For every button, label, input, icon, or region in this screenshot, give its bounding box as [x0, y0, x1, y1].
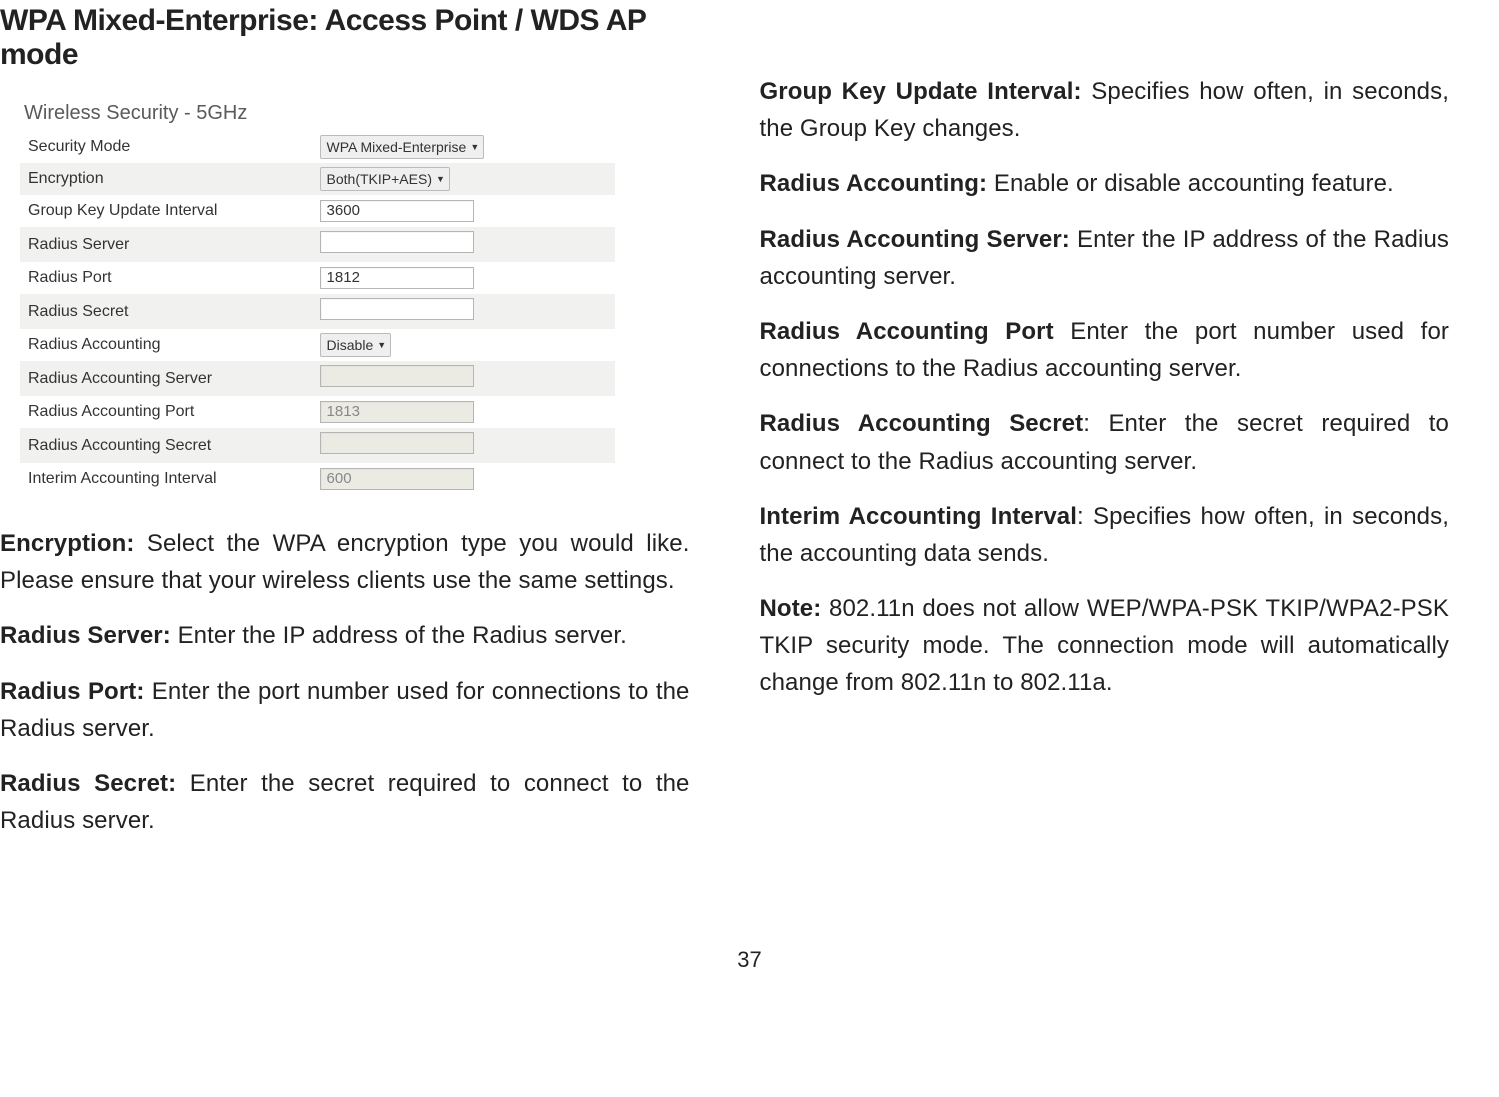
page-container: WPA Mixed-Enterprise: Access Point / WDS… [0, 0, 1499, 887]
setting-label: Radius Server [20, 227, 312, 262]
table-row: Radius Accounting Server [20, 361, 615, 396]
setting-value-cell: WPA Mixed-Enterprise▼ [312, 131, 615, 163]
text-input: 600 [320, 468, 474, 490]
term: Encryption: [0, 530, 147, 557]
text-input [320, 432, 474, 454]
setting-value-cell [312, 227, 615, 262]
setting-label: Radius Accounting Server [20, 361, 312, 396]
setting-value-cell: Both(TKIP+AES) ▼ [312, 163, 615, 195]
desc: 802.11n does not allow WEP/WPA-PSK TKIP/… [760, 595, 1450, 696]
para-note: Note: 802.11n does not allow WEP/WPA-PSK… [760, 590, 1450, 702]
text-input[interactable]: 1812 [320, 267, 474, 289]
para-radius-secret: Radius Secret: Enter the secret required… [0, 765, 690, 839]
term: Radius Server: [0, 622, 178, 649]
table-row: Radius Accounting Disable▼ [20, 329, 615, 361]
chevron-down-icon: ▼ [436, 174, 445, 184]
table-row: Group Key Update Interval 3600 [20, 195, 615, 227]
text-input [320, 365, 474, 387]
table-row: Interim Accounting Interval 600 [20, 463, 615, 495]
setting-label: Radius Accounting Secret [20, 428, 312, 463]
setting-value-cell: 3600 [312, 195, 615, 227]
term: Radius Accounting Port [760, 318, 1071, 345]
setting-label: Radius Accounting [20, 329, 312, 361]
para-radius-acc-secret: Radius Accounting Secret: Enter the secr… [760, 405, 1450, 479]
table-row: Radius Accounting Port 1813 [20, 396, 615, 428]
table-row: Security Mode WPA Mixed-Enterprise▼ [20, 131, 615, 163]
select-control[interactable]: Disable▼ [320, 333, 392, 357]
desc: Enter the IP address of the Radius serve… [178, 622, 627, 649]
chevron-down-icon: ▼ [470, 142, 479, 152]
table-row: Radius Accounting Secret [20, 428, 615, 463]
setting-value-cell: Disable▼ [312, 329, 615, 361]
para-interim: Interim Accounting Interval: Specifies h… [760, 498, 1450, 572]
setting-value-cell: 600 [312, 463, 615, 495]
setting-label: Encryption [20, 163, 312, 195]
setting-label: Radius Secret [20, 294, 312, 329]
settings-figure: Wireless Security - 5GHz Security Mode WP… [20, 102, 690, 495]
setting-value-cell: 1812 [312, 262, 615, 294]
term: Note: [760, 595, 830, 622]
select-control[interactable]: Both(TKIP+AES) ▼ [320, 167, 450, 191]
select-value: Both(TKIP+AES) [327, 171, 432, 187]
select-control[interactable]: WPA Mixed-Enterprise▼ [320, 135, 485, 159]
select-value: WPA Mixed-Enterprise [327, 139, 467, 155]
settings-table: Security ModeWPA Mixed-Enterprise▼Encryp… [20, 131, 615, 495]
text-input[interactable] [320, 298, 474, 320]
left-column: WPA Mixed-Enterprise: Access Point / WDS… [0, 0, 690, 857]
chevron-down-icon: ▼ [377, 340, 386, 350]
select-value: Disable [327, 337, 374, 353]
setting-value-cell [312, 294, 615, 329]
right-column: Group Key Update Interval: Specifies how… [760, 0, 1450, 857]
para-radius-accounting: Radius Accounting: Enable or disable acc… [760, 165, 1450, 202]
para-radius-server: Radius Server: Enter the IP address of t… [0, 617, 690, 654]
table-row: Radius Server [20, 227, 615, 262]
text-input[interactable]: 3600 [320, 200, 474, 222]
para-radius-acc-port: Radius Accounting Port Enter the port nu… [760, 313, 1450, 387]
setting-value-cell: 1813 [312, 396, 615, 428]
term: Group Key Update Interval: [760, 78, 1092, 105]
setting-label: Security Mode [20, 131, 312, 163]
table-row: Encryption Both(TKIP+AES) ▼ [20, 163, 615, 195]
setting-label: Radius Port [20, 262, 312, 294]
term: Radius Accounting Secret [760, 410, 1084, 437]
setting-value-cell [312, 428, 615, 463]
term: Radius Port: [0, 678, 152, 705]
page-number: 37 [0, 947, 1499, 973]
term: Radius Accounting: [760, 170, 994, 197]
figure-caption: Wireless Security - 5GHz [24, 102, 690, 125]
term: Interim Accounting Interval [760, 503, 1077, 530]
setting-label: Group Key Update Interval [20, 195, 312, 227]
table-row: Radius Port 1812 [20, 262, 615, 294]
para-radius-acc-server: Radius Accounting Server: Enter the IP a… [760, 221, 1450, 295]
setting-value-cell [312, 361, 615, 396]
setting-label: Interim Accounting Interval [20, 463, 312, 495]
text-input: 1813 [320, 401, 474, 423]
term: Radius Accounting Server: [760, 226, 1078, 253]
para-radius-port: Radius Port: Enter the port number used … [0, 673, 690, 747]
text-input[interactable] [320, 231, 474, 253]
desc: Enable or disable accounting feature. [994, 170, 1394, 197]
page-title: WPA Mixed-Enterprise: Access Point / WDS… [0, 4, 690, 72]
para-group-key: Group Key Update Interval: Specifies how… [760, 73, 1450, 147]
table-row: Radius Secret [20, 294, 615, 329]
term: Radius Secret: [0, 770, 190, 797]
para-encryption: Encryption: Select the WPA encryption ty… [0, 525, 690, 599]
setting-label: Radius Accounting Port [20, 396, 312, 428]
